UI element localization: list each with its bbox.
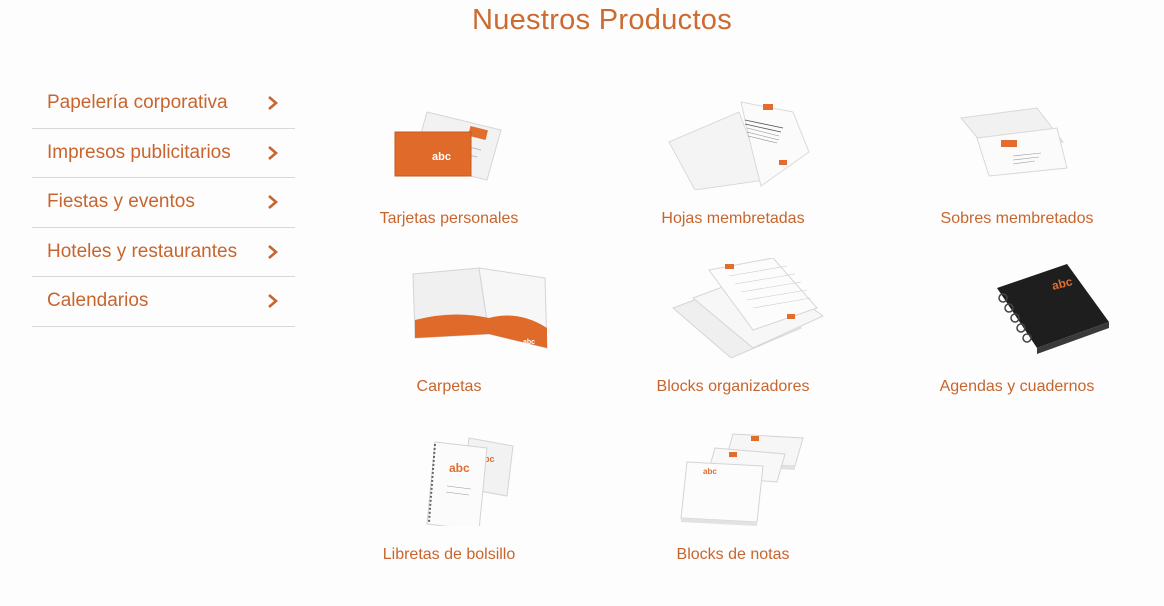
product-card-carpetas[interactable]: abc Carpetas [307, 258, 591, 396]
sidebar-item-label: Fiestas y eventos [47, 191, 195, 213]
page: Nuestros Productos Papelería corporativa… [0, 0, 1164, 606]
product-label: Tarjetas personales [379, 210, 519, 227]
chevron-right-icon [268, 294, 278, 309]
chevron-right-icon [268, 96, 278, 111]
sidebar-item-calendarios[interactable]: Calendarios [32, 277, 295, 327]
business-cards-icon: abc [394, 111, 502, 181]
svg-text:abc: abc [449, 461, 470, 475]
sidebar-item-papeleria-corporativa[interactable]: Papelería corporativa [32, 79, 295, 129]
product-card-sobres-membretados[interactable]: Sobres membretados [875, 90, 1159, 228]
product-label: Hojas membretadas [661, 210, 805, 227]
sidebar-item-impresos-publicitarios[interactable]: Impresos publicitarios [32, 129, 295, 178]
product-card-blocks-de-notas[interactable]: abc Blocks de notas [591, 426, 875, 564]
product-card-agendas-y-cuadernos[interactable]: abc Agendas y cuadernos [875, 258, 1159, 396]
pocket-notebook-icon: abc abc [426, 437, 514, 526]
organizer-block-icon [672, 258, 824, 358]
sidebar-item-hoteles-y-restaurantes[interactable]: Hoteles y restaurantes [32, 228, 295, 277]
sidebar-item-label: Impresos publicitarios [47, 141, 231, 163]
chevron-right-icon [268, 145, 278, 160]
page-title: Nuestros Productos [471, 4, 733, 36]
sidebar-item-label: Calendarios [47, 290, 149, 312]
product-grid: abc Tarjetas personales Hojas membretada… [307, 90, 1164, 590]
planner-icon: abc [997, 264, 1109, 354]
envelope-icon [960, 107, 1068, 177]
sidebar-item-label: Papelería corporativa [47, 92, 228, 114]
product-label: Blocks de notas [676, 546, 790, 563]
product-card-blocks-organizadores[interactable]: Blocks organizadores [591, 258, 875, 396]
svg-text:abc: abc [432, 151, 451, 163]
chevron-right-icon [268, 195, 278, 210]
folder-icon: abc [412, 267, 548, 349]
category-sidebar: Papelería corporativa Impresos publicita… [32, 79, 295, 327]
product-card-hojas-membretadas[interactable]: Hojas membretadas [591, 90, 875, 228]
product-label: Agendas y cuadernos [939, 378, 1095, 395]
notepad-icon: abc [680, 433, 804, 526]
sidebar-item-label: Hoteles y restaurantes [47, 240, 238, 262]
letterhead-icon [668, 101, 810, 190]
product-card-libretas-de-bolsillo[interactable]: abc abc Libretas de bolsillo [307, 426, 591, 564]
sidebar-item-fiestas-y-eventos[interactable]: Fiestas y eventos [32, 178, 295, 228]
product-label: Carpetas [416, 378, 482, 395]
svg-text:abc: abc [523, 339, 535, 346]
product-label: Libretas de bolsillo [382, 546, 516, 563]
svg-text:abc: abc [703, 467, 717, 476]
product-label: Sobres membretados [940, 210, 1094, 227]
chevron-right-icon [268, 244, 278, 259]
product-label: Blocks organizadores [656, 378, 810, 395]
product-card-tarjetas-personales[interactable]: abc Tarjetas personales [307, 90, 591, 228]
